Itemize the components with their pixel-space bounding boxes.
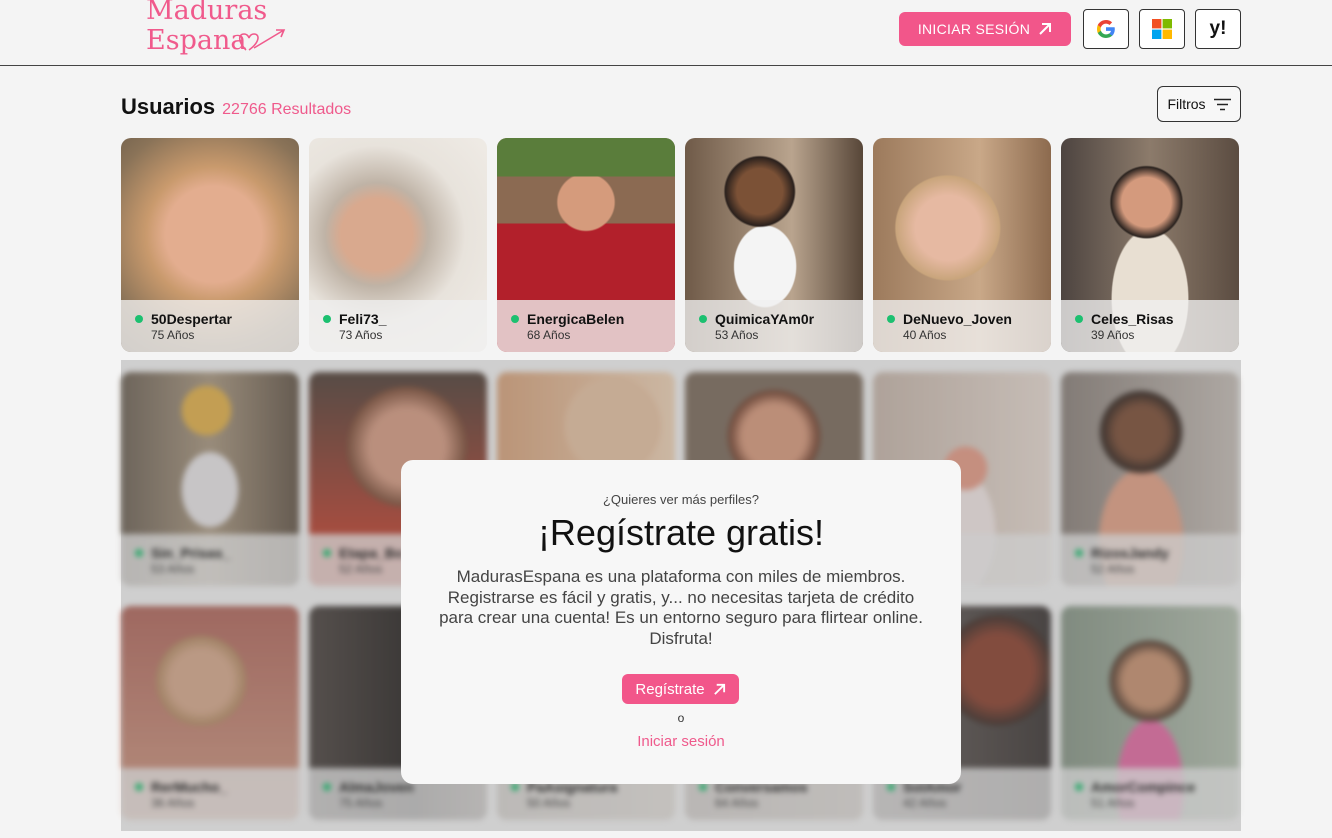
user-name: QuimicaYAm0r <box>715 311 815 327</box>
register-button-label: Regístrate <box>635 680 705 698</box>
or-separator: o <box>677 711 685 725</box>
yahoo-icon: y! <box>1209 18 1227 39</box>
filter-lines-icon <box>1213 98 1231 110</box>
user-age: 68 Años <box>527 328 571 342</box>
yahoo-login-button[interactable]: y! <box>1195 9 1241 49</box>
user-card[interactable]: 50Despertar 75 Años <box>121 138 299 352</box>
filters-button[interactable]: Filtros <box>1157 86 1241 122</box>
microsoft-icon <box>1152 19 1172 39</box>
user-info: Celes_Risas 39 Años <box>1061 300 1239 352</box>
online-status-dot <box>699 315 707 323</box>
user-name: Feli73_ <box>339 311 387 327</box>
user-name: 50Despertar <box>151 311 232 327</box>
results-heading: Usuarios 22766 Resultados <box>121 94 351 120</box>
google-icon <box>1097 20 1115 38</box>
online-status-dot <box>135 315 143 323</box>
user-info: EnergicaBelen 68 Años <box>497 300 675 352</box>
arrow-up-right-icon <box>1039 23 1052 35</box>
top-bar: Maduras Espana INICIAR SESIÓN y! <box>0 0 1332 66</box>
register-button[interactable]: Regístrate <box>622 674 739 704</box>
user-name: EnergicaBelen <box>527 311 625 327</box>
modal-heading: ¡Regístrate gratis! <box>537 512 825 553</box>
google-login-button[interactable] <box>1083 9 1129 49</box>
user-info: DeNuevo_Joven 40 Años <box>873 300 1051 352</box>
user-age: 53 Años <box>715 328 759 342</box>
user-age: 40 Años <box>903 328 947 342</box>
online-status-dot <box>1075 315 1083 323</box>
login-button-label: INICIAR SESIÓN <box>917 21 1031 37</box>
online-status-dot <box>511 315 519 323</box>
online-status-dot <box>887 315 895 323</box>
arrow-up-right-icon <box>713 683 725 695</box>
user-name: DeNuevo_Joven <box>903 311 1012 327</box>
user-age: 39 Años <box>1091 328 1135 342</box>
modal-body: MadurasEspana es una plataforma con mile… <box>439 567 923 648</box>
user-name: Celes_Risas <box>1091 311 1174 327</box>
page-title: Usuarios <box>121 94 216 119</box>
results-count: 22766 Resultados <box>222 101 352 118</box>
login-link[interactable]: Iniciar sesión <box>401 733 961 750</box>
modal-question: ¿Quieres ver más perfiles? <box>602 492 760 507</box>
user-age: 73 Años <box>339 328 383 342</box>
user-info: QuimicaYAm0r 53 Años <box>685 300 863 352</box>
online-status-dot <box>323 315 331 323</box>
signup-modal: ¿Quieres ver más perfiles? ¡Regístrate g… <box>401 460 961 784</box>
user-card[interactable]: QuimicaYAm0r 53 Años <box>685 138 863 352</box>
microsoft-login-button[interactable] <box>1139 9 1185 49</box>
user-card[interactable]: DeNuevo_Joven 40 Años <box>873 138 1051 352</box>
user-info: Feli73_ 73 Años <box>309 300 487 352</box>
user-card[interactable]: Celes_Risas 39 Años <box>1061 138 1239 352</box>
brand-line-1: Maduras <box>146 0 268 26</box>
brand-logo[interactable]: Maduras Espana <box>146 0 306 64</box>
user-card[interactable]: Feli73_ 73 Años <box>309 138 487 352</box>
brand-line-2: Espana <box>146 25 247 56</box>
user-age: 75 Años <box>151 328 195 342</box>
filters-label: Filtros <box>1167 96 1206 112</box>
login-button[interactable]: INICIAR SESIÓN <box>899 12 1071 46</box>
user-card[interactable]: EnergicaBelen 68 Años <box>497 138 675 352</box>
user-info: 50Despertar 75 Años <box>121 300 299 352</box>
heart-arrow-icon <box>238 29 286 51</box>
